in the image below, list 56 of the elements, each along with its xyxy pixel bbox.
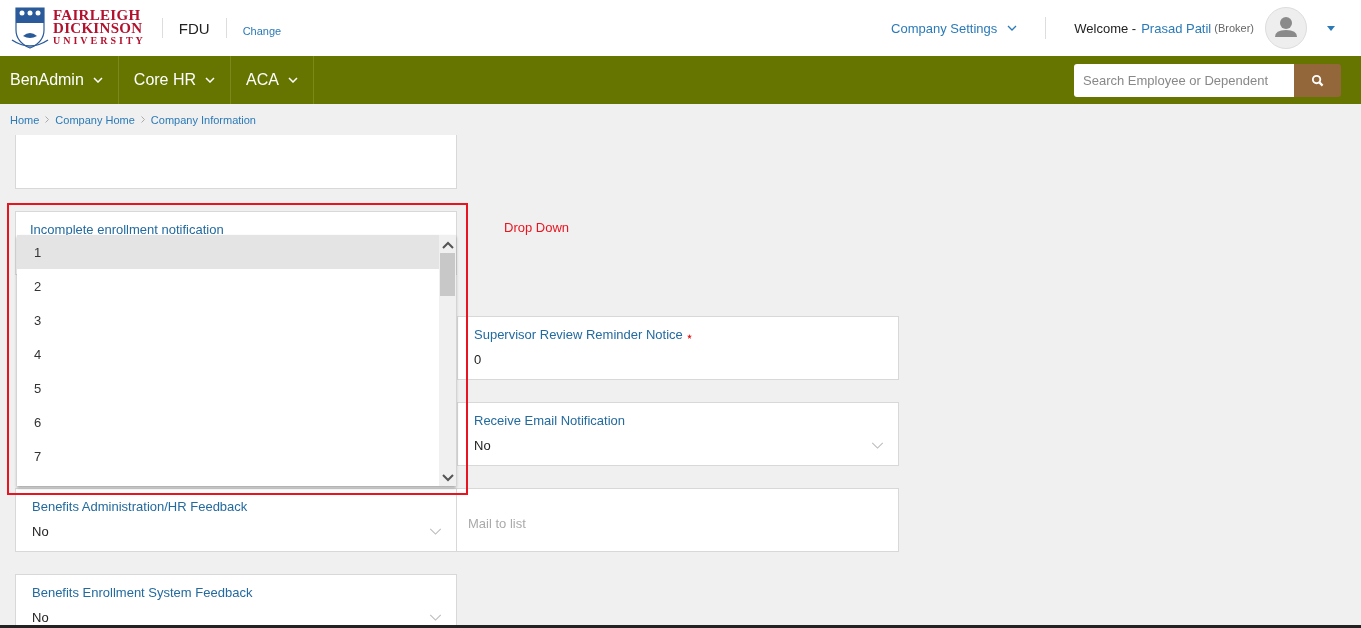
field-label: Benefits Administration/HR Feedback <box>32 499 248 514</box>
search-icon <box>1311 73 1324 87</box>
chevron-down-icon <box>429 614 442 621</box>
dropdown-option[interactable]: 7 <box>17 439 439 473</box>
breadcrumb-link[interactable]: Company Information <box>150 113 256 126</box>
select-field[interactable]: Benefits Administration/HR Feedback No <box>15 488 457 552</box>
user-name-link[interactable]: Prasad Patil <box>1141 20 1212 36</box>
crest-icon <box>10 6 50 50</box>
user-role: (Broker) <box>1214 22 1254 34</box>
avatar-icon[interactable] <box>1265 7 1307 49</box>
dropdown-option[interactable]: 1 <box>17 235 439 269</box>
scrollbar[interactable] <box>439 235 456 486</box>
select-field[interactable]: Receive Email Notification No <box>457 402 899 466</box>
chevron-down-icon <box>287 77 298 83</box>
scroll-up-icon[interactable] <box>441 241 454 249</box>
logo-text: UNIVERSITY <box>53 35 146 47</box>
field-label: Receive Email Notification <box>474 413 625 428</box>
field-value: No <box>32 610 49 625</box>
field-label: Supervisor Review Reminder Notice <box>474 327 683 342</box>
scroll-thumb[interactable] <box>440 253 455 296</box>
dropdown-option[interactable]: 4 <box>17 337 439 371</box>
nav-menu[interactable]: BenAdmin <box>0 56 119 104</box>
field-value: No <box>32 524 49 539</box>
welcome-text: Welcome - <box>1074 20 1137 36</box>
chevron-down-icon <box>429 528 442 535</box>
logo-text: DICKINSON <box>53 22 144 35</box>
number-field[interactable]: Supervisor Review Reminder Notice 0 <box>457 316 899 380</box>
scroll-down-icon[interactable] <box>441 474 454 482</box>
nav-menu[interactable]: Core HR <box>118 56 232 104</box>
logo-text: FAIRLEIGH <box>53 9 142 22</box>
chevron-down-icon <box>871 442 884 449</box>
field-value: No <box>474 438 491 453</box>
change-link[interactable]: Change <box>242 25 282 37</box>
search-button[interactable] <box>1294 63 1341 97</box>
dropdown-option[interactable]: 5 <box>17 371 439 405</box>
company-code: FDU <box>178 19 210 37</box>
chevron-down-icon <box>92 77 103 83</box>
breadcrumb-link[interactable]: Company Home <box>55 113 135 126</box>
chevron-down-icon <box>1007 25 1018 31</box>
dropdown-option[interactable]: 2 <box>17 269 439 303</box>
chevron-down-icon <box>205 77 216 83</box>
field-value: 0 <box>474 352 482 367</box>
field-label: Incomplete enrollment notification <box>30 222 224 237</box>
dropdown-option[interactable]: 6 <box>17 405 439 439</box>
dropdown-option[interactable]: 3 <box>17 303 439 337</box>
breadcrumb-link[interactable]: Home <box>10 113 40 126</box>
field-label: Benefits Enrollment System Feedback <box>32 585 253 600</box>
annotation-text: Drop Down <box>504 220 570 235</box>
company-settings-menu[interactable]: Company Settings <box>891 20 1018 36</box>
search-field[interactable]: Search Employee or Dependent <box>1074 63 1294 97</box>
nav-menu[interactable]: ACA <box>231 56 314 104</box>
caret-icon[interactable] <box>1327 25 1335 31</box>
select-field[interactable]: Benefits Enrollment System Feedback No <box>15 574 457 625</box>
university-logo[interactable]: FAIRLEIGH DICKINSON UNIVERSITY <box>10 6 146 50</box>
breadcrumb-separator-icon <box>140 116 145 123</box>
breadcrumb-separator-icon <box>45 116 50 123</box>
